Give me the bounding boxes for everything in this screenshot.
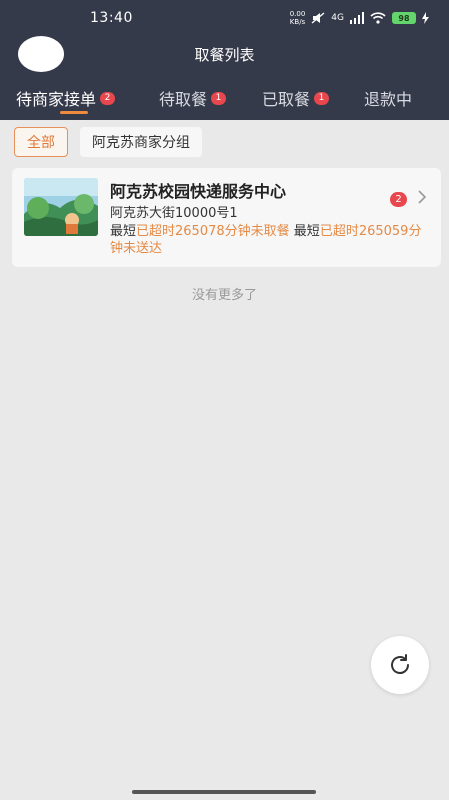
page-title: 取餐列表 [194, 46, 255, 64]
store-warning: 最短已超时265078分钟未取餐 最短已超时265059分钟未送达 [110, 223, 428, 257]
net-speed-unit: KB/s [289, 18, 306, 26]
tab-label: 待商家接单 [16, 90, 97, 109]
chevron-right-icon[interactable] [417, 189, 427, 210]
tab-bar: 待商家接单 2 待取餐 1 已取餐 1 退款中 [0, 86, 449, 120]
signal-icon [350, 12, 364, 24]
store-thumbnail [24, 178, 98, 236]
net-speed: 0.00 KB/s [290, 10, 306, 26]
tab-badge: 1 [314, 91, 330, 105]
tab-label: 待取餐 [159, 90, 208, 109]
tab-label: 退款中 [364, 90, 413, 109]
list-end-text: 没有更多了 [191, 288, 257, 303]
tab-label: 已取餐 [262, 90, 311, 109]
pickup-warning: 已超时265078分钟未取餐 [136, 224, 290, 239]
active-tab-indicator [60, 111, 88, 114]
filter-chip-all[interactable]: 全部 [14, 127, 68, 157]
tab-picked-up[interactable]: 已取餐 1 [262, 86, 330, 110]
home-indicator[interactable] [132, 790, 316, 794]
status-bar: 13:40 0.00 KB/s 4G 98 [0, 0, 449, 36]
store-card[interactable]: 阿克苏校园快递服务中心 阿克苏大街10000号1 最短已超时265078分钟未取… [12, 168, 441, 267]
filter-chip-group[interactable]: 阿克苏商家分组 [80, 127, 202, 157]
net-speed-value: 0.00 [289, 10, 306, 18]
store-badge: 2 [390, 192, 407, 207]
refresh-button[interactable] [371, 636, 429, 694]
store-name: 阿克苏校园快递服务中心 [110, 182, 287, 201]
filter-bar: 全部 阿克苏商家分组 [14, 127, 202, 157]
store-address: 阿克苏大街10000号1 [110, 206, 238, 221]
mute-icon [311, 12, 325, 24]
status-icons: 0.00 KB/s 4G 98 [290, 10, 429, 26]
status-time: 13:40 [90, 10, 133, 26]
battery-indicator: 98 [392, 12, 416, 24]
tab-badge: 2 [100, 91, 116, 105]
tab-badge: 1 [211, 91, 227, 105]
pickup-prefix: 最短 [110, 224, 137, 239]
header-bar: 13:40 0.00 KB/s 4G 98 取餐列表 待商家接单 2 待取餐 1… [0, 0, 449, 120]
network-type: 4G [331, 13, 344, 23]
tab-refunding[interactable]: 退款中 [364, 86, 412, 110]
tab-pending-merchant[interactable]: 待商家接单 2 [16, 86, 116, 110]
refresh-icon [391, 654, 409, 674]
charging-icon [422, 12, 429, 24]
delivery-prefix: 最短 [293, 224, 320, 239]
wifi-icon [370, 12, 386, 24]
tab-pending-pickup[interactable]: 待取餐 1 [159, 86, 227, 110]
